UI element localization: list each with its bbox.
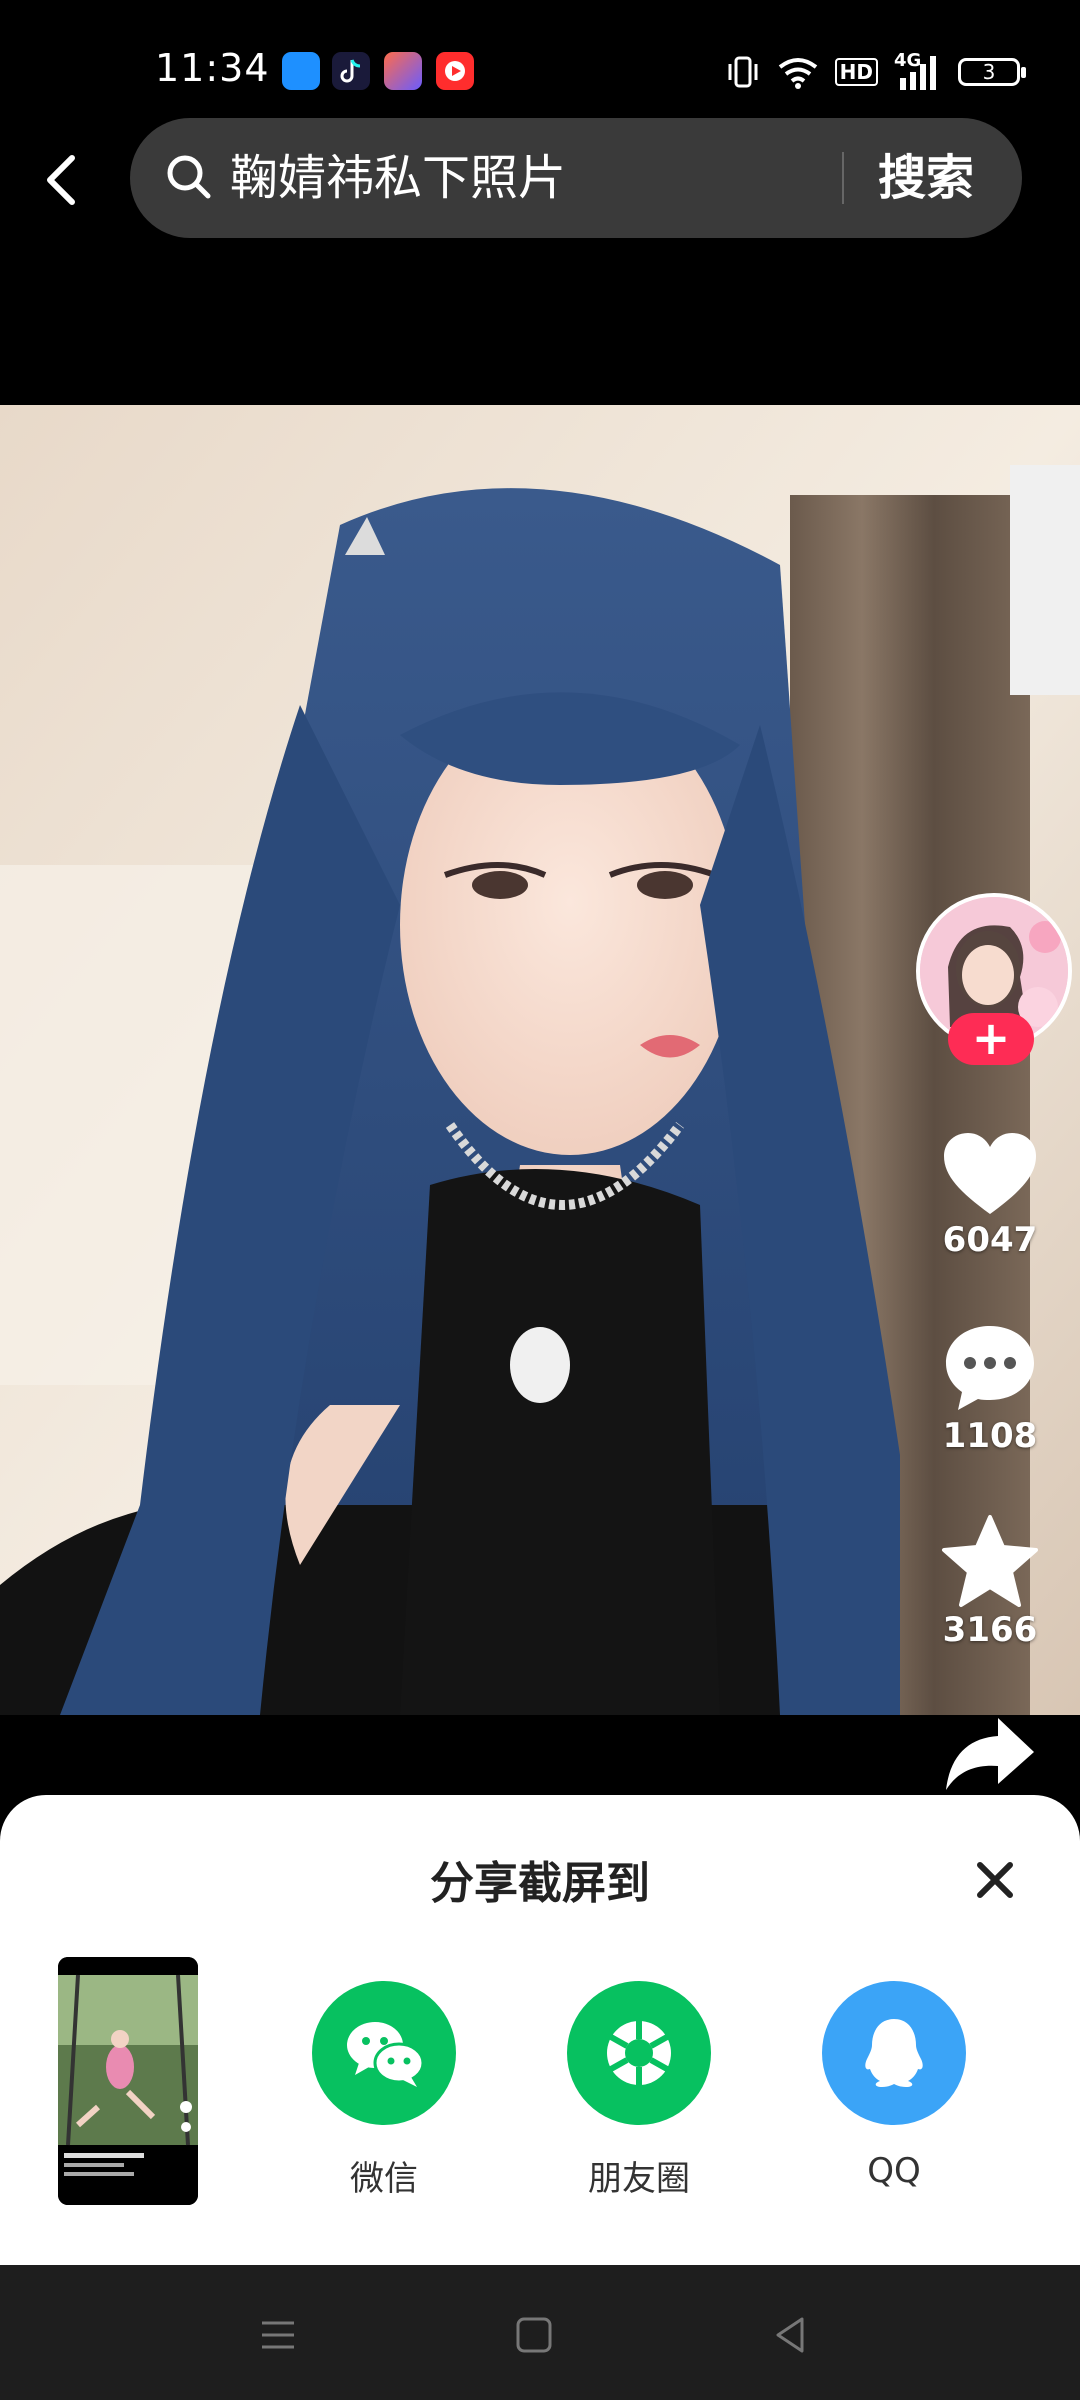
close-icon	[977, 1862, 1013, 1898]
qq-icon	[822, 1981, 966, 2125]
comment-icon	[946, 1326, 1034, 1410]
share-arrow-icon	[946, 1718, 1034, 1790]
share-qq[interactable]: QQ	[804, 1981, 984, 2191]
star-icon	[942, 1515, 1038, 1607]
like-count: 6047	[942, 1220, 1038, 1260]
close-button[interactable]	[970, 1855, 1020, 1905]
menu-icon	[262, 2321, 294, 2349]
share-wechat[interactable]: 微信	[294, 1981, 474, 2200]
wifi-icon	[778, 58, 817, 89]
shortcut-app-icon	[384, 52, 422, 90]
nav-menu-button[interactable]	[248, 2305, 308, 2365]
favorite-count: 3166	[942, 1610, 1038, 1650]
search-divider	[842, 152, 844, 204]
moments-icon	[567, 1981, 711, 2125]
back-button[interactable]	[30, 140, 90, 220]
battery-icon: 3	[958, 58, 1026, 86]
screenshot-thumbnail[interactable]	[58, 1957, 198, 2205]
share-qq-label: QQ	[867, 2151, 921, 2191]
search-bar[interactable]: 鞠婧祎私下照片 搜索	[130, 118, 1022, 238]
tiktok-lite-icon	[332, 52, 370, 90]
hd-badge: HD	[834, 58, 878, 86]
like-action[interactable]: 6047	[930, 1130, 1050, 1260]
chevron-left-icon	[47, 155, 75, 205]
heart-icon	[944, 1133, 1036, 1214]
status-indicators: HD 4G 3	[725, 50, 1026, 92]
signal-icon: 4G	[894, 50, 942, 90]
share-sheet: 分享截屏到 微信 朋友圈 QQ	[0, 1795, 1080, 2265]
status-bar: 11:34 HD 4G 3	[0, 0, 1080, 120]
wechat-icon	[312, 1981, 456, 2125]
share-sheet-title: 分享截屏到	[430, 1858, 650, 1909]
share-wechat-label: 微信	[350, 2159, 418, 2199]
search-icon	[167, 155, 211, 199]
nav-home-button[interactable]	[504, 2305, 564, 2365]
back-triangle-icon	[776, 2317, 804, 2353]
share-moments[interactable]: 朋友圈	[549, 1981, 729, 2200]
share-action[interactable]	[930, 1712, 1050, 1792]
video-app-icon	[436, 52, 474, 90]
share-moments-label: 朋友圈	[588, 2159, 690, 2199]
home-square-icon	[516, 2317, 552, 2353]
video-frame[interactable]	[0, 405, 1080, 1715]
comment-count: 1108	[942, 1416, 1038, 1456]
follow-button[interactable]: +	[948, 1013, 1034, 1065]
search-button[interactable]: 搜索	[878, 146, 974, 210]
nav-back-button[interactable]	[760, 2305, 820, 2365]
search-input[interactable]: 鞠婧祎私下照片	[230, 146, 566, 210]
system-nav-bar	[0, 2265, 1080, 2400]
status-time: 11:34	[155, 46, 270, 90]
vibrate-icon	[728, 56, 758, 88]
blue-app-icon	[282, 52, 320, 90]
favorite-action[interactable]: 3166	[930, 1514, 1050, 1650]
comment-action[interactable]: 1108	[930, 1322, 1050, 1456]
